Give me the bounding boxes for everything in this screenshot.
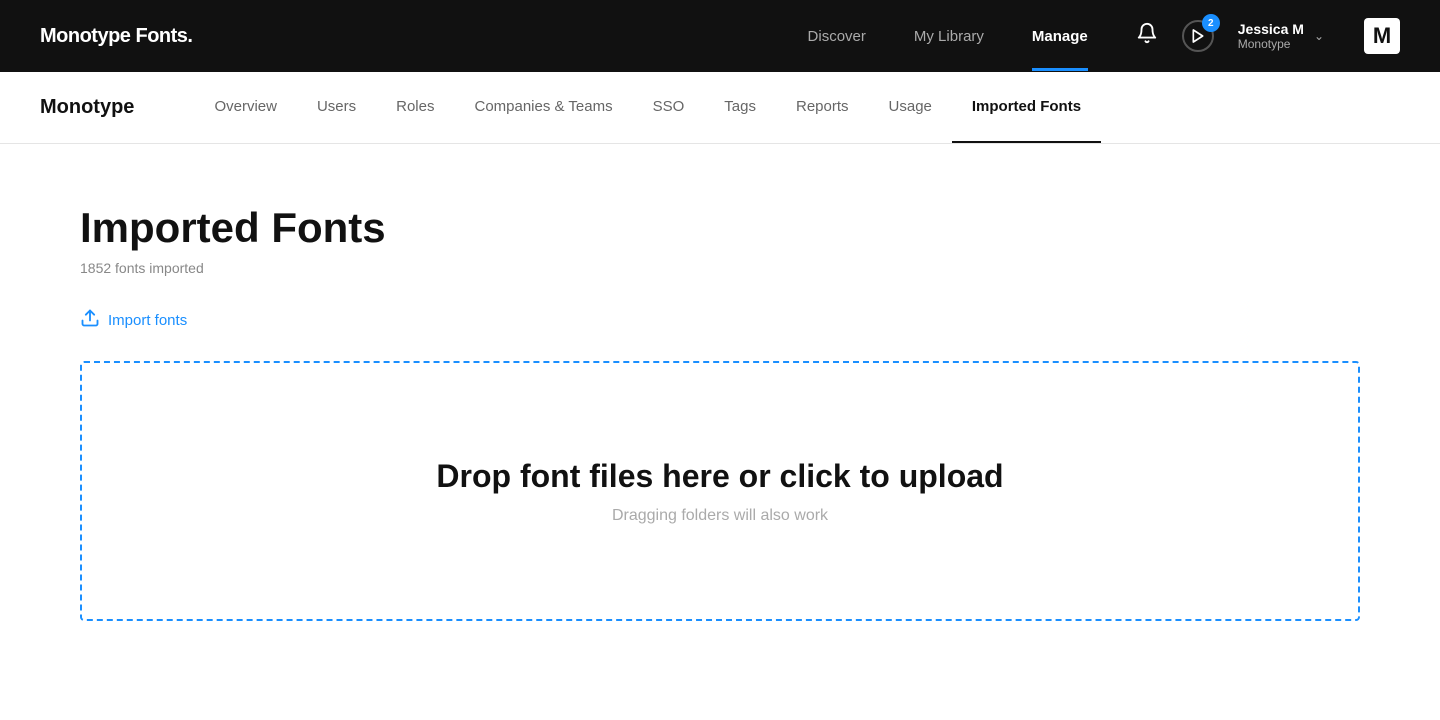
- secondary-nav-links: Overview Users Roles Companies & Teams S…: [194, 72, 1101, 143]
- main-content: Imported Fonts 1852 fonts imported Impor…: [0, 144, 1440, 661]
- nav-link-manage[interactable]: Manage: [1032, 28, 1088, 45]
- secondary-navigation: Monotype Overview Users Roles Companies …: [0, 72, 1440, 144]
- tab-companies-teams[interactable]: Companies & Teams: [454, 72, 632, 143]
- top-nav-actions: 2 Jessica M Monotype ⌄ M: [1136, 18, 1400, 54]
- import-fonts-button[interactable]: Import fonts: [80, 308, 187, 333]
- chevron-down-icon: ⌄: [1314, 29, 1324, 43]
- top-nav-logo: Monotype Fonts.: [40, 25, 192, 48]
- monotype-m-logo: M: [1364, 18, 1400, 54]
- top-navigation: Monotype Fonts. Discover My Library Mana…: [0, 0, 1440, 72]
- drop-zone-subtitle: Dragging folders will also work: [612, 507, 828, 525]
- drop-zone[interactable]: Drop font files here or click to upload …: [80, 361, 1360, 621]
- notification-bell-icon[interactable]: [1136, 22, 1158, 50]
- user-org: Monotype: [1238, 37, 1304, 51]
- tab-users[interactable]: Users: [297, 72, 376, 143]
- drop-zone-title: Drop font files here or click to upload: [436, 458, 1003, 495]
- nav-link-discover[interactable]: Discover: [808, 28, 866, 45]
- upload-icon: [80, 308, 100, 333]
- tab-roles[interactable]: Roles: [376, 72, 454, 143]
- user-name: Jessica M: [1238, 21, 1304, 37]
- nav-link-my-library[interactable]: My Library: [914, 28, 984, 45]
- top-nav-links: Discover My Library Manage: [808, 28, 1088, 45]
- user-text: Jessica M Monotype: [1238, 21, 1304, 51]
- tab-imported-fonts[interactable]: Imported Fonts: [952, 72, 1101, 143]
- secondary-nav-logo: Monotype: [40, 96, 134, 119]
- tab-sso[interactable]: SSO: [633, 72, 705, 143]
- tab-reports[interactable]: Reports: [776, 72, 869, 143]
- page-subtitle: 1852 fonts imported: [80, 260, 1360, 276]
- tab-usage[interactable]: Usage: [869, 72, 952, 143]
- activity-icon-wrap[interactable]: 2: [1182, 20, 1214, 52]
- user-info[interactable]: Jessica M Monotype ⌄: [1238, 21, 1324, 51]
- page-title: Imported Fonts: [80, 204, 1360, 252]
- activity-badge: 2: [1202, 14, 1220, 32]
- tab-overview[interactable]: Overview: [194, 72, 297, 143]
- tab-tags[interactable]: Tags: [704, 72, 776, 143]
- import-fonts-label: Import fonts: [108, 312, 187, 329]
